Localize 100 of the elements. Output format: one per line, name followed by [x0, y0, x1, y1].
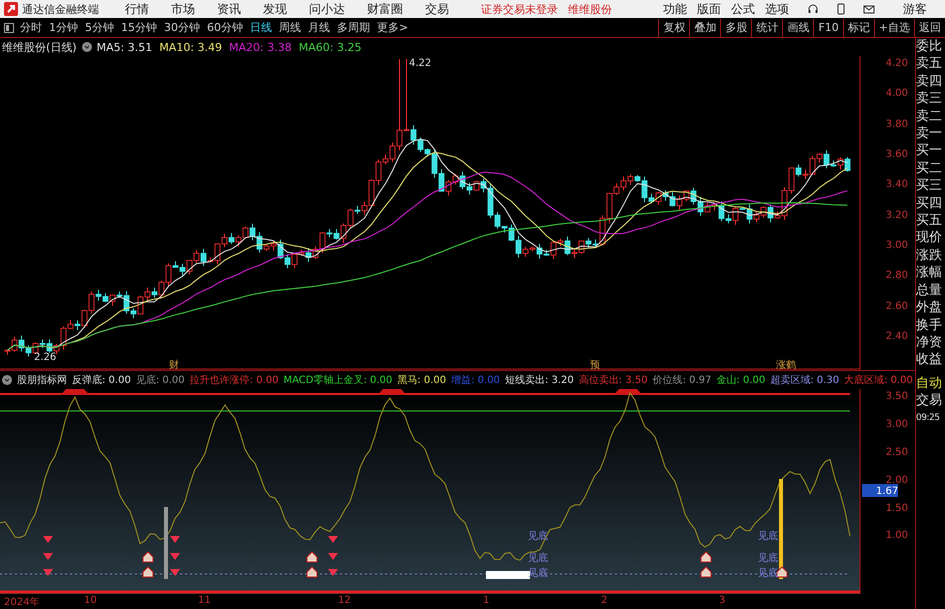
date-axis-label: 11 — [198, 595, 211, 606]
period-tab[interactable]: 分时 — [20, 20, 42, 35]
toolbar-button[interactable]: +自选 — [874, 18, 914, 36]
quote-label: 卖三 — [916, 90, 943, 108]
toolbar-button[interactable]: 统计 — [751, 18, 782, 36]
quote-label: 买二 — [916, 160, 943, 178]
house-icon — [306, 566, 318, 578]
quote-label: 收益 — [916, 351, 943, 369]
chart-title: 维维股份(日线) — [2, 40, 77, 54]
price-axis-label: 2.60 — [886, 301, 908, 312]
peak-marker — [614, 389, 642, 395]
panel-toggle-icon[interactable] — [4, 22, 14, 32]
quote-label: 外盘 — [916, 299, 943, 316]
indicator-name: 股朋指标网 — [17, 374, 67, 387]
current-value-badge: 1.67 — [862, 484, 898, 497]
indicator-value: 价位线: 0.97 — [652, 374, 712, 387]
indicator-axis-label: 1.00 — [886, 530, 908, 541]
signal-label: 见底 — [758, 531, 778, 542]
house-icon — [700, 566, 712, 578]
quote-label: 现价 — [916, 229, 943, 247]
high-price-label: 4.22 — [409, 58, 432, 69]
menu-item[interactable]: 资讯 — [217, 0, 241, 18]
login-notice[interactable]: 证券交易未登录 — [481, 2, 558, 16]
toolbar-button[interactable]: F10 — [813, 18, 843, 36]
headset-icon[interactable] — [807, 3, 819, 15]
ma-label: MA20: 3.38 — [229, 40, 292, 54]
ma-label: MA5: 3.51 — [96, 40, 152, 54]
menu-item[interactable]: 交易 — [425, 0, 449, 18]
user-label[interactable]: 游客 — [903, 0, 927, 18]
toolbar-button[interactable]: 多股 — [720, 18, 752, 36]
price-axis-label: 2.40 — [886, 331, 908, 342]
event-marker: 涨鹤 — [776, 360, 796, 370]
stock-name: 维维股份 — [568, 2, 612, 16]
indicator-axis-label: 1.50 — [886, 503, 908, 514]
app-logo-icon — [4, 2, 18, 16]
period-tab[interactable]: 日线 — [250, 20, 272, 35]
date-axis-label: 2 — [601, 595, 608, 606]
indicator-value: 黑马: 0.00 — [397, 374, 446, 387]
price-axis-label: 2.80 — [886, 270, 908, 281]
menu-item[interactable]: 问小达 — [309, 0, 345, 18]
price-axis-label: 3.00 — [886, 240, 908, 251]
quote-label: 总量 — [916, 282, 943, 300]
trade-label[interactable]: 交易 — [916, 392, 945, 410]
peak-marker — [378, 389, 406, 395]
indicator-axis-label: 2.50 — [886, 447, 908, 458]
menu-item[interactable]: 财富圈 — [367, 0, 403, 18]
mail-icon[interactable] — [863, 3, 875, 15]
indicator-value: 见底: 0.00 — [136, 374, 185, 387]
toolbar-button[interactable]: 标记 — [842, 18, 874, 36]
signal-label: 见底 — [758, 553, 778, 564]
peak-marker — [61, 389, 89, 395]
quote-label: 涨幅 — [916, 264, 943, 282]
house-icon — [142, 551, 154, 562]
auto-trade-label[interactable]: 自动 — [916, 374, 945, 392]
quote-label: 卖四 — [916, 72, 943, 90]
quote-label: 买四 — [916, 194, 943, 212]
period-tab[interactable]: 30分钟 — [164, 20, 200, 35]
toolbar-button[interactable]: 画线 — [782, 18, 814, 36]
price-axis-label: 4.00 — [886, 88, 908, 99]
indicator-axis-label: 3.50 — [886, 391, 908, 402]
quote-label: 换手 — [916, 316, 943, 334]
indicator-value: 短线卖出: 3.20 — [504, 374, 574, 387]
period-tab[interactable]: 多周期 — [337, 20, 370, 35]
indicator-value: 金山: 0.00 — [716, 374, 766, 387]
period-tab[interactable]: 更多> — [377, 20, 408, 35]
quote-label: 买五 — [916, 212, 943, 230]
menu-item[interactable]: 行情 — [125, 0, 149, 18]
quote-label: 净资 — [916, 334, 943, 352]
period-tab[interactable]: 15分钟 — [121, 20, 157, 35]
menu-item[interactable]: 公式 — [731, 0, 755, 18]
date-axis-label: 1 — [483, 595, 490, 606]
quote-label: 卖二 — [916, 108, 943, 126]
period-tab[interactable]: 60分钟 — [207, 20, 243, 35]
ma-label: MA60: 3.25 — [298, 40, 362, 54]
phone-icon[interactable] — [835, 3, 847, 15]
toolbar-button[interactable]: 返回 — [914, 18, 945, 36]
indicator-value: 拉升也许涨停: 0.00 — [190, 374, 278, 387]
settings-icon[interactable] — [82, 42, 92, 52]
date-axis-label: 12 — [338, 595, 351, 606]
period-tab[interactable]: 5分钟 — [85, 20, 114, 35]
settings-icon[interactable] — [2, 375, 12, 385]
menu-item[interactable]: 发现 — [263, 0, 287, 18]
quote-label: 买一 — [916, 142, 943, 160]
menu-item[interactable]: 选项 — [765, 0, 789, 18]
toolbar-button[interactable]: 复权 — [658, 18, 690, 36]
signal-label: 见底 — [528, 553, 548, 564]
period-tab[interactable]: 月线 — [308, 20, 330, 35]
quote-label: 卖一 — [916, 125, 943, 142]
menu-item[interactable]: 功能 — [663, 0, 687, 18]
toolbar-button[interactable]: 叠加 — [689, 18, 720, 36]
menu-item[interactable]: 版面 — [697, 0, 721, 18]
menu-item[interactable]: 市场 — [171, 0, 195, 18]
indicator-value: MACD零轴上金叉: 0.00 — [283, 374, 392, 387]
indicator-value: 大底区域: 0.00 — [844, 374, 913, 387]
event-marker: 预 — [590, 360, 600, 370]
signal-bar — [164, 507, 168, 579]
date-axis-label: 2024年 — [4, 596, 40, 609]
quote-label: 涨跌 — [916, 246, 943, 264]
period-tab[interactable]: 1分钟 — [49, 20, 78, 35]
period-tab[interactable]: 周线 — [279, 20, 301, 35]
